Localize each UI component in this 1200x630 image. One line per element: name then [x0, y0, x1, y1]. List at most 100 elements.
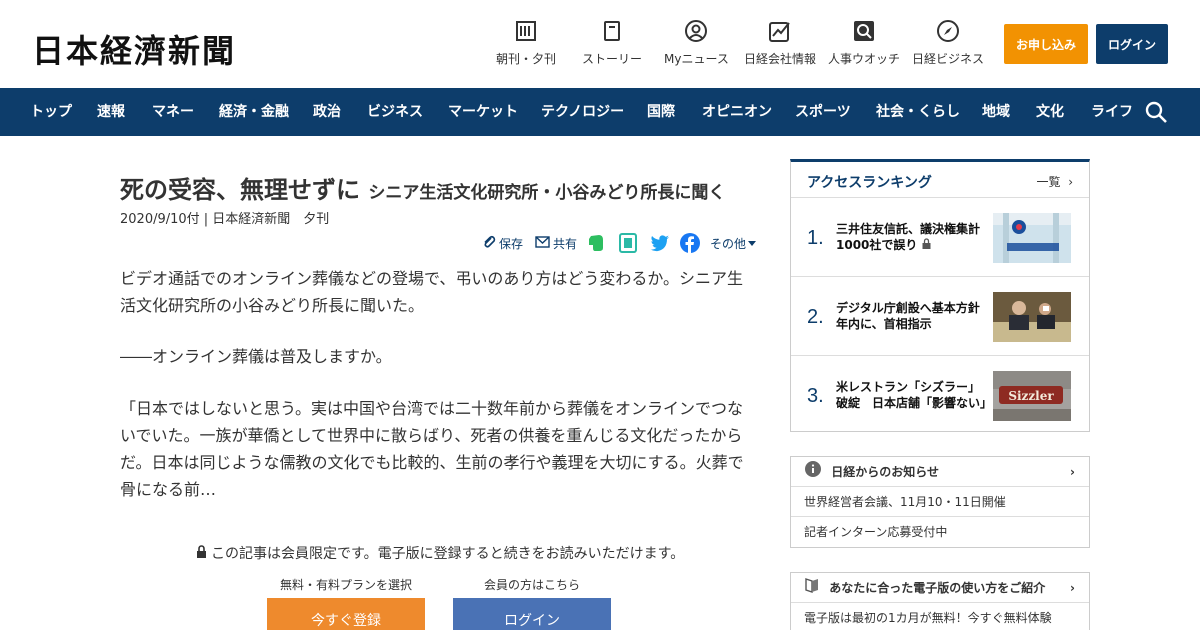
member-login-button[interactable]: ログイン	[453, 598, 611, 630]
nav-item-technology[interactable]: テクノロジー	[541, 88, 624, 136]
login-button[interactable]: ログイン	[1096, 24, 1168, 64]
article-paragraph: ビデオ通話でのオンライン葬儀などの登場で、弔いのあり方はどう変わるか。シニア生活…	[120, 269, 744, 315]
caret-down-icon	[748, 236, 757, 250]
nav-item-economy[interactable]: 経済・金融	[219, 88, 289, 136]
ranking-item-2[interactable]: 2. デジタル庁創設へ基本方針 年内に、首相指示	[791, 278, 1089, 356]
ranking-more-label: 一覧	[1036, 175, 1061, 189]
rank-number: 1.	[807, 227, 824, 249]
nav-item-politics[interactable]: 政治	[313, 88, 341, 136]
share-button[interactable]: 共有	[535, 232, 577, 254]
site-logo[interactable]: 日本経濟新聞	[32, 26, 236, 72]
ranking-item-1[interactable]: 1. 三井住友信託、議決権集計1000社で誤り	[791, 199, 1089, 277]
header-nav-story[interactable]: ストーリー	[582, 20, 642, 67]
more-label: その他	[710, 236, 747, 251]
article-subtitle: シニア生活文化研究所・小谷みどり所長に聞く	[368, 183, 726, 203]
search-person-icon	[853, 20, 875, 42]
hatena-bookmark-icon[interactable]	[618, 233, 638, 253]
chart-icon	[769, 20, 791, 42]
ranking-more-link[interactable]: 一覧 ›	[1037, 173, 1073, 190]
nav-item-international[interactable]: 国際	[647, 88, 675, 136]
article-title: 死の受容、無理せずに シニア生活文化研究所・小谷みどり所長に聞く	[120, 170, 725, 205]
member-label: 会員の方はこちら	[484, 578, 581, 592]
rank-headline: デジタル庁創設へ基本方針 年内に、首相指示	[836, 301, 992, 331]
rank-headline: 米レストラン「シズラー」破綻 日本店舗「影響ない」	[836, 380, 993, 410]
ranking-header: アクセスランキング 一覧 ›	[791, 162, 1089, 198]
newspaper-icon	[515, 20, 537, 42]
more-share-button[interactable]: その他	[710, 232, 757, 254]
header-nav-label: ストーリー	[582, 52, 643, 66]
access-ranking: アクセスランキング 一覧 › 1. 三井住友信託、議決権集計1000社で誤り 2…	[790, 159, 1090, 432]
ranking-thumbnail	[993, 292, 1071, 342]
ranking-title: アクセスランキング	[807, 175, 932, 191]
twitter-icon[interactable]	[650, 233, 670, 253]
plan-label: 無料・有料プランを選択	[280, 578, 413, 592]
info-icon	[805, 458, 821, 488]
document-icon	[601, 20, 623, 42]
category-nav: トップ 速報 マネー 経済・金融 政治 ビジネス マーケット テクノロジー 国際…	[0, 88, 1200, 136]
mail-icon	[535, 235, 550, 251]
ranking-thumbnail	[993, 213, 1071, 263]
header-nav-label: Myニュース	[664, 52, 729, 66]
header-nav-jinji[interactable]: 人事ウオッチ	[828, 20, 900, 67]
header-nav-label: 日経ビジネス	[912, 52, 985, 66]
ranking-thumbnail: Sizzler	[993, 371, 1071, 421]
nav-item-culture[interactable]: 文化	[1036, 88, 1064, 136]
rank-headline-text: 三井住友信託、議決権集計1000社で誤り	[836, 222, 981, 252]
nav-item-society[interactable]: 社会・くらし	[876, 88, 960, 136]
chevron-right-icon: ›	[1070, 465, 1075, 479]
nav-item-top[interactable]: トップ	[30, 88, 72, 136]
chevron-right-icon: ›	[1064, 175, 1073, 189]
register-now-button[interactable]: 今すぐ登録	[267, 598, 425, 630]
save-label: 保存	[499, 236, 524, 251]
compass-icon	[937, 20, 959, 42]
guide-item[interactable]: 電子版は最初の1カ月が無料！今すぐ無料体験	[791, 603, 1089, 630]
header-nav-label: 日経会社情報	[744, 52, 817, 66]
nav-item-region[interactable]: 地域	[982, 88, 1010, 136]
article-paragraph: 「日本ではしないと思う。実は中国や台湾では二十数年前から葬儀をオンラインでつない…	[120, 399, 744, 499]
rank-number: 2.	[807, 306, 824, 328]
header-nav-choukan[interactable]: 朝刊・夕刊	[496, 20, 556, 67]
svg-text:Sizzler: Sizzler	[1008, 389, 1054, 403]
nikkei-notice-box: 日経からのお知らせ › 世界経営者会議、11月10・11日開催 記者インターン応…	[790, 456, 1090, 548]
guide-header[interactable]: あなたに合った電子版の使い方をご紹介 ›	[791, 573, 1089, 603]
notice-title: 日経からのお知らせ	[831, 465, 939, 479]
book-icon	[805, 574, 819, 604]
article-title-main: 死の受容、無理せずに	[120, 176, 360, 204]
paywall-text: この記事は会員限定です。電子版に登録すると続きをお読みいただけます。	[211, 546, 685, 562]
nav-item-sokuhou[interactable]: 速報	[97, 88, 125, 136]
chevron-right-icon: ›	[1070, 581, 1075, 595]
notice-item[interactable]: 世界経営者会議、11月10・11日開催	[791, 487, 1089, 517]
user-icon	[685, 20, 708, 42]
nav-item-business[interactable]: ビジネス	[367, 88, 423, 136]
nav-item-money[interactable]: マネー	[152, 88, 194, 136]
notice-item[interactable]: 記者インターン応募受付中	[791, 517, 1089, 547]
save-button[interactable]: 保存	[482, 232, 523, 254]
nav-item-sports[interactable]: スポーツ	[795, 88, 851, 136]
header-nav-mynews[interactable]: Myニュース	[664, 20, 729, 67]
ranking-item-3[interactable]: 3. 米レストラン「シズラー」破綻 日本店舗「影響ない」 Sizzler	[791, 357, 1089, 435]
rank-number: 3.	[807, 385, 824, 407]
nav-item-opinion[interactable]: オピニオン	[702, 88, 772, 136]
header-nav-company[interactable]: 日経会社情報	[744, 20, 816, 67]
share-label: 共有	[553, 236, 578, 251]
nav-item-market[interactable]: マーケット	[448, 88, 518, 136]
paperclip-icon	[482, 235, 496, 252]
nav-item-life[interactable]: ライフ	[1091, 88, 1133, 136]
site-header: 日本経濟新聞 朝刊・夕刊 ストーリー Myニュース 日経会社情報 人事ウオッチ	[0, 0, 1200, 88]
notice-header[interactable]: 日経からのお知らせ ›	[791, 457, 1089, 487]
lock-icon	[922, 238, 931, 252]
article-paragraph: ――オンライン葬儀は普及しますか。	[120, 347, 392, 366]
lock-icon	[196, 544, 207, 562]
digital-guide-box: あなたに合った電子版の使い方をご紹介 › 電子版は最初の1カ月が無料！今すぐ無料…	[790, 572, 1090, 630]
facebook-icon[interactable]	[680, 233, 700, 253]
search-icon[interactable]	[1144, 100, 1168, 124]
header-nav-label: 人事ウオッチ	[828, 52, 901, 66]
paywall-message: この記事は会員限定です。電子版に登録すると続きをお読みいただけます。	[196, 543, 684, 563]
header-nav-label: 朝刊・夕刊	[496, 52, 557, 66]
header-nav-business[interactable]: 日経ビジネス	[912, 20, 984, 67]
guide-title: あなたに合った電子版の使い方をご紹介	[829, 581, 1046, 595]
evernote-icon[interactable]	[586, 233, 606, 253]
rank-headline: 三井住友信託、議決権集計1000社で誤り	[836, 221, 986, 253]
article-meta: 2020/9/10付 | 日本経済新聞 夕刊	[120, 212, 330, 227]
apply-button[interactable]: お申し込み	[1004, 24, 1088, 64]
